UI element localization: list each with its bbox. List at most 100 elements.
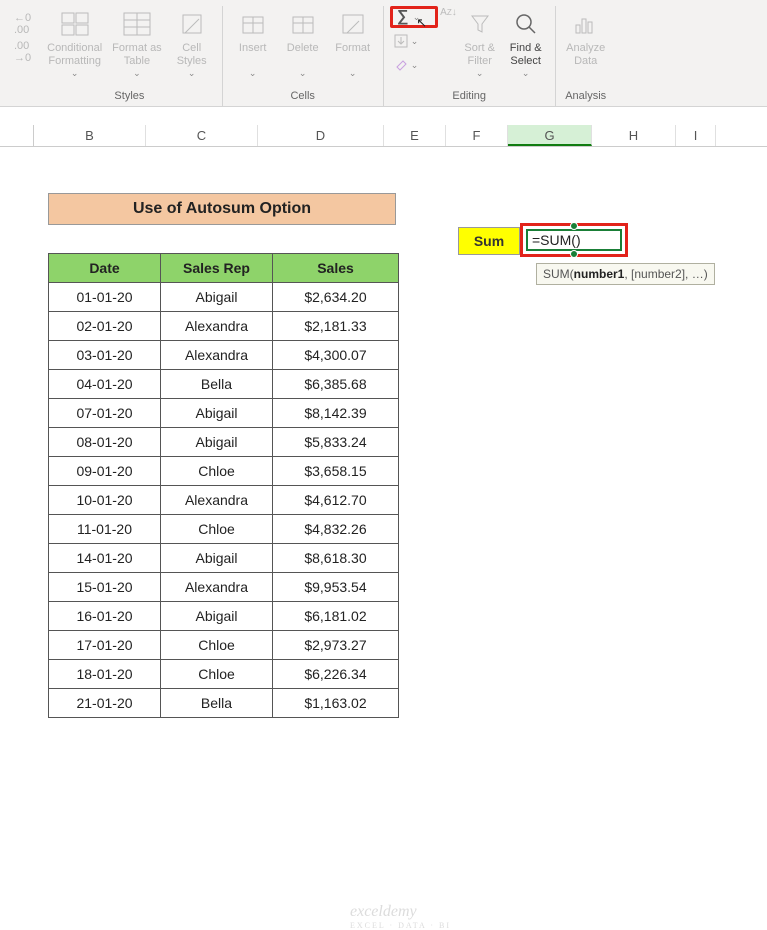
insert-button[interactable]: Insert⌄	[229, 6, 277, 81]
analyze-icon	[570, 8, 602, 40]
table-cell[interactable]: 11-01-20	[49, 515, 161, 544]
table-cell[interactable]: $2,973.27	[273, 631, 399, 660]
th-sales[interactable]: Sales	[273, 254, 399, 283]
table-header-row: Date Sales Rep Sales	[49, 254, 399, 283]
th-salesrep[interactable]: Sales Rep	[161, 254, 273, 283]
ribbon-group-cells: Insert⌄ Delete⌄ Format⌄ Cells	[223, 6, 384, 106]
cell-styles-button[interactable]: Cell Styles ⌄	[168, 6, 216, 81]
table-row[interactable]: 16-01-20Abigail$6,181.02	[49, 602, 399, 631]
col-header-F[interactable]: F	[446, 125, 508, 146]
ribbon-group-editing: ∑ ⌄ ↖ ⌄ ⌄ AZ↓	[384, 6, 556, 106]
table-row[interactable]: 10-01-20Alexandra$4,612.70	[49, 486, 399, 515]
table-cell[interactable]: 18-01-20	[49, 660, 161, 689]
format-button[interactable]: Format⌄	[329, 6, 377, 81]
table-row[interactable]: 09-01-20Chloe$3,658.15	[49, 457, 399, 486]
table-cell[interactable]: $8,142.39	[273, 399, 399, 428]
table-row[interactable]: 11-01-20Chloe$4,832.26	[49, 515, 399, 544]
filter-icon	[464, 8, 496, 40]
table-cell[interactable]: $4,300.07	[273, 341, 399, 370]
table-cell[interactable]: $3,658.15	[273, 457, 399, 486]
table-row[interactable]: 02-01-20Alexandra$2,181.33	[49, 312, 399, 341]
decrease-decimal-icon[interactable]: ←0.00	[14, 12, 31, 36]
table-cell[interactable]: Bella	[161, 689, 273, 718]
table-cell[interactable]: 08-01-20	[49, 428, 161, 457]
table-cell[interactable]: $2,181.33	[273, 312, 399, 341]
formula-tooltip: SUM(number1, [number2], …)	[536, 263, 715, 285]
table-cell[interactable]: Alexandra	[161, 341, 273, 370]
table-row[interactable]: 15-01-20Alexandra$9,953.54	[49, 573, 399, 602]
table-row[interactable]: 14-01-20Abigail$8,618.30	[49, 544, 399, 573]
col-header-B[interactable]: B	[34, 125, 146, 146]
selection-handle-bottom[interactable]	[570, 250, 578, 258]
table-cell[interactable]: 01-01-20	[49, 283, 161, 312]
fill-button[interactable]: ⌄	[390, 30, 438, 52]
selection-handle-top[interactable]	[570, 222, 578, 230]
table-cell[interactable]: Abigail	[161, 602, 273, 631]
table-row[interactable]: 04-01-20Bella$6,385.68	[49, 370, 399, 399]
table-cell[interactable]: Chloe	[161, 631, 273, 660]
table-cell[interactable]: 10-01-20	[49, 486, 161, 515]
table-cell[interactable]: $4,612.70	[273, 486, 399, 515]
table-cell[interactable]: Abigail	[161, 399, 273, 428]
table-row[interactable]: 01-01-20Abigail$2,634.20	[49, 283, 399, 312]
col-header-I[interactable]: I	[676, 125, 716, 146]
table-cell[interactable]: $6,226.34	[273, 660, 399, 689]
col-header-E[interactable]: E	[384, 125, 446, 146]
table-cell[interactable]: 14-01-20	[49, 544, 161, 573]
table-row[interactable]: 08-01-20Abigail$5,833.24	[49, 428, 399, 457]
table-cell[interactable]: Chloe	[161, 660, 273, 689]
clear-button[interactable]: ⌄	[390, 54, 438, 76]
title-cell[interactable]: Use of Autosum Option	[48, 193, 396, 225]
delete-button[interactable]: Delete⌄	[279, 6, 327, 81]
table-cell[interactable]: 16-01-20	[49, 602, 161, 631]
format-as-table-button[interactable]: Format as Table ⌄	[108, 6, 166, 81]
table-cell[interactable]: $2,634.20	[273, 283, 399, 312]
table-cell[interactable]: Chloe	[161, 515, 273, 544]
table-cell[interactable]: 21-01-20	[49, 689, 161, 718]
increase-decimal-icon[interactable]: .00→0	[14, 40, 31, 64]
col-header-C[interactable]: C	[146, 125, 258, 146]
table-cell[interactable]: Alexandra	[161, 486, 273, 515]
table-cell[interactable]: 17-01-20	[49, 631, 161, 660]
table-cell[interactable]: Abigail	[161, 428, 273, 457]
table-cell[interactable]: $8,618.30	[273, 544, 399, 573]
table-row[interactable]: 21-01-20Bella$1,163.02	[49, 689, 399, 718]
table-cell[interactable]: $4,832.26	[273, 515, 399, 544]
sort-filter-button[interactable]: Sort & Filter ⌄	[459, 6, 501, 81]
table-cell[interactable]: Alexandra	[161, 573, 273, 602]
table-cell[interactable]: $6,181.02	[273, 602, 399, 631]
table-cell[interactable]: Abigail	[161, 544, 273, 573]
analyze-data-button[interactable]: Analyze Data	[562, 6, 610, 70]
table-cell[interactable]: 07-01-20	[49, 399, 161, 428]
table-cell[interactable]: 15-01-20	[49, 573, 161, 602]
table-row[interactable]: 07-01-20Abigail$8,142.39	[49, 399, 399, 428]
table-cell[interactable]: 09-01-20	[49, 457, 161, 486]
table-cell[interactable]: Bella	[161, 370, 273, 399]
ribbon-group-analysis: Analyze Data Analysis	[556, 6, 616, 106]
autosum-button[interactable]: ∑ ⌄ ↖	[390, 6, 438, 28]
sum-label-cell[interactable]: Sum	[458, 227, 520, 255]
col-header-H[interactable]: H	[592, 125, 676, 146]
th-date[interactable]: Date	[49, 254, 161, 283]
conditional-formatting-button[interactable]: Conditional Formatting ⌄	[43, 6, 106, 81]
table-cell[interactable]: 03-01-20	[49, 341, 161, 370]
group-label-analysis: Analysis	[565, 88, 606, 104]
table-cell[interactable]: $9,953.54	[273, 573, 399, 602]
table-row[interactable]: 03-01-20Alexandra$4,300.07	[49, 341, 399, 370]
table-cell[interactable]: $5,833.24	[273, 428, 399, 457]
table-cell[interactable]: $6,385.68	[273, 370, 399, 399]
table-cell[interactable]: Chloe	[161, 457, 273, 486]
table-row[interactable]: 17-01-20Chloe$2,973.27	[49, 631, 399, 660]
formula-cell[interactable]: =SUM()	[526, 229, 622, 251]
table-cell[interactable]: Abigail	[161, 283, 273, 312]
table-row[interactable]: 18-01-20Chloe$6,226.34	[49, 660, 399, 689]
table-cell[interactable]: Alexandra	[161, 312, 273, 341]
worksheet-area[interactable]: Use of Autosum Option Date Sales Rep Sal…	[0, 147, 767, 161]
table-cell[interactable]: $1,163.02	[273, 689, 399, 718]
table-cell[interactable]: 02-01-20	[49, 312, 161, 341]
col-header-D[interactable]: D	[258, 125, 384, 146]
group-label-editing: Editing	[452, 88, 486, 104]
col-header-G[interactable]: G	[508, 125, 592, 146]
find-select-button[interactable]: Find & Select ⌄	[503, 6, 549, 81]
table-cell[interactable]: 04-01-20	[49, 370, 161, 399]
